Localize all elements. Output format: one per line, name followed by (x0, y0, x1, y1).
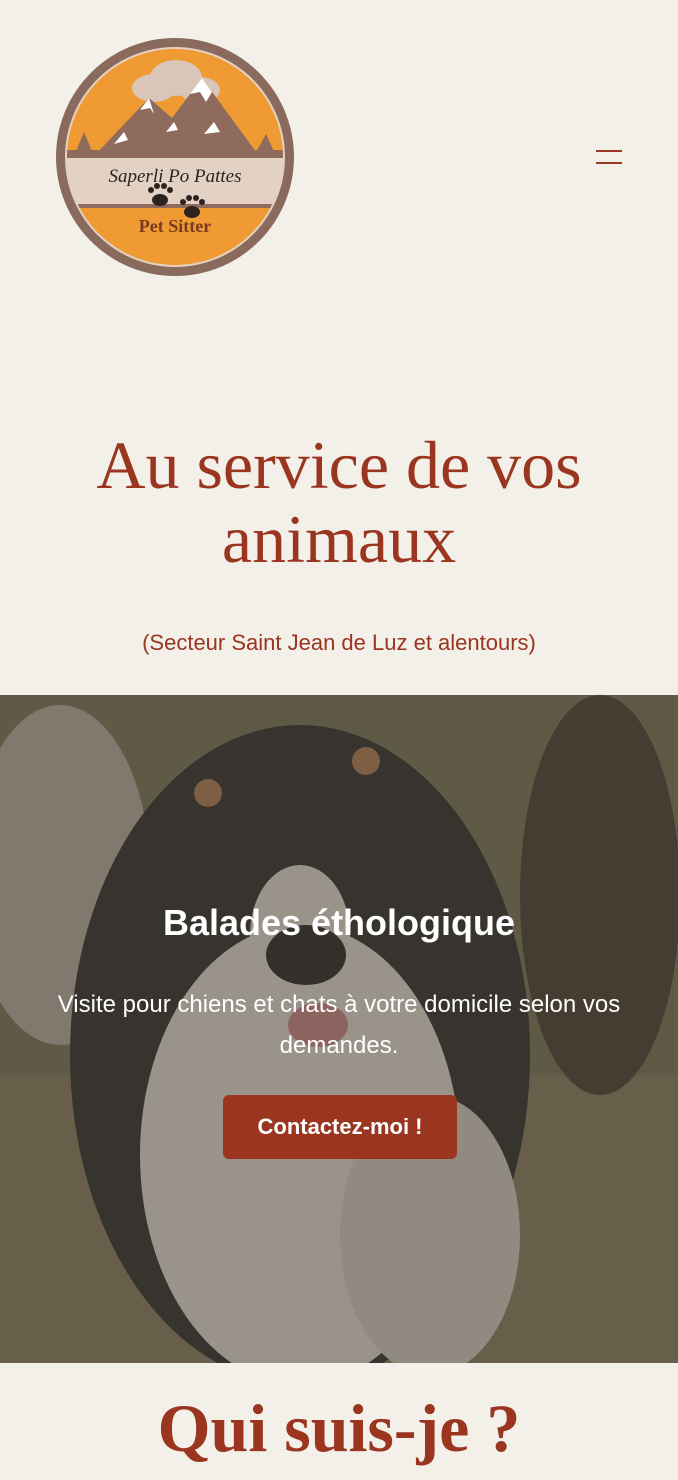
hamburger-menu-icon[interactable] (590, 140, 628, 176)
hero-subtitle: (Secteur Saint Jean de Luz et alentours) (142, 630, 536, 655)
banner-text: Visite pour chiens et chats à votre domi… (57, 991, 621, 1059)
site-header: Saperli Po Pattes Pet Sitter (0, 0, 678, 320)
banner-title: Balades éthologique (162, 902, 516, 943)
hero-title: Au service de vos animaux (96, 427, 582, 577)
logo-line2: Pet Sitter (139, 216, 211, 236)
about-title: Qui suis-je ? (157, 1390, 521, 1466)
logo-line1: Saperli Po Pattes (109, 166, 242, 187)
contact-button[interactable]: Contactez-moi ! (223, 1095, 457, 1159)
site-logo[interactable]: Saperli Po Pattes Pet Sitter (54, 36, 296, 278)
